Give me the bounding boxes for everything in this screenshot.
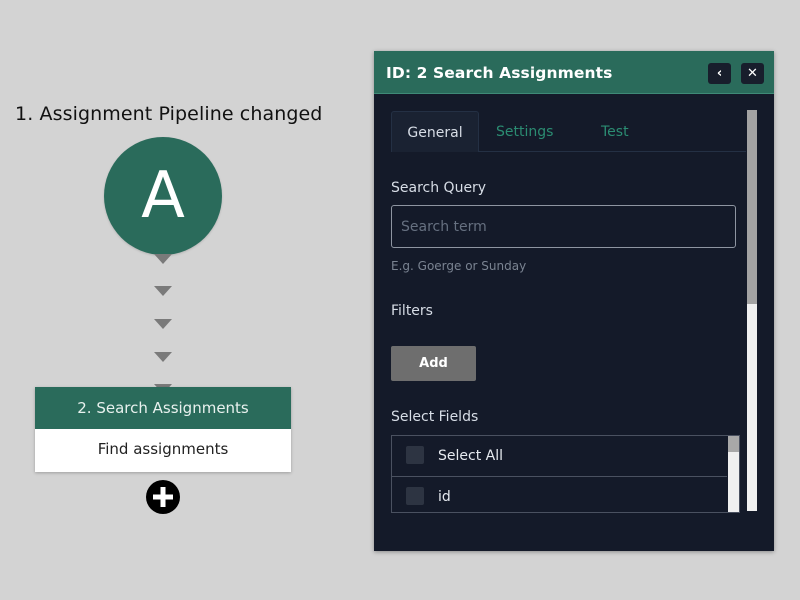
panel-scrollbar-thumb[interactable] xyxy=(747,110,757,304)
flow-arrow xyxy=(154,254,172,264)
chevron-left-icon: ‹ xyxy=(716,66,723,81)
add-filter-button[interactable]: Add xyxy=(391,346,476,381)
plus-circle-icon xyxy=(153,487,173,507)
step-card-title: 2. Search Assignments xyxy=(35,387,291,429)
tab-general[interactable]: General xyxy=(391,111,479,152)
tab-bar: General Settings Test xyxy=(391,111,746,152)
field-label: Select All xyxy=(438,448,503,464)
add-step-button[interactable] xyxy=(146,480,180,514)
panel-header: ID: 2 Search Assignments ‹ ✕ xyxy=(374,51,774,94)
panel-title: ID: 2 Search Assignments xyxy=(386,64,613,82)
close-icon: ✕ xyxy=(747,66,758,81)
id-checkbox[interactable] xyxy=(406,487,424,505)
search-input[interactable] xyxy=(391,205,736,248)
search-hint: E.g. Goerge or Sunday xyxy=(391,259,527,273)
tab-settings[interactable]: Settings xyxy=(496,111,553,151)
fields-list: Select All id xyxy=(391,435,740,513)
flow-arrow xyxy=(154,286,172,296)
field-row-select-all[interactable]: Select All xyxy=(392,436,727,477)
trigger-node[interactable]: A xyxy=(104,137,222,255)
filters-label: Filters xyxy=(391,303,433,319)
select-fields-label: Select Fields xyxy=(391,409,479,425)
close-button[interactable]: ✕ xyxy=(741,63,764,84)
back-button[interactable]: ‹ xyxy=(708,63,731,84)
field-row-id[interactable]: id xyxy=(392,477,727,512)
step-card-subtitle: Find assignments xyxy=(97,440,229,458)
fields-scrollbar-thumb[interactable] xyxy=(728,436,739,452)
trigger-title: 1. Assignment Pipeline changed xyxy=(15,103,323,125)
step-settings-panel: ID: 2 Search Assignments ‹ ✕ General Set… xyxy=(374,51,774,551)
select-all-checkbox[interactable] xyxy=(406,446,424,464)
search-query-label: Search Query xyxy=(391,180,487,196)
field-label: id xyxy=(438,489,451,505)
tab-test[interactable]: Test xyxy=(601,111,629,151)
flow-arrow xyxy=(154,352,172,362)
step-card[interactable]: 2. Search Assignments Find assignments xyxy=(35,387,291,472)
flow-arrow xyxy=(154,319,172,329)
fields-scrollbar[interactable] xyxy=(728,436,739,512)
panel-scrollbar[interactable] xyxy=(747,110,757,511)
